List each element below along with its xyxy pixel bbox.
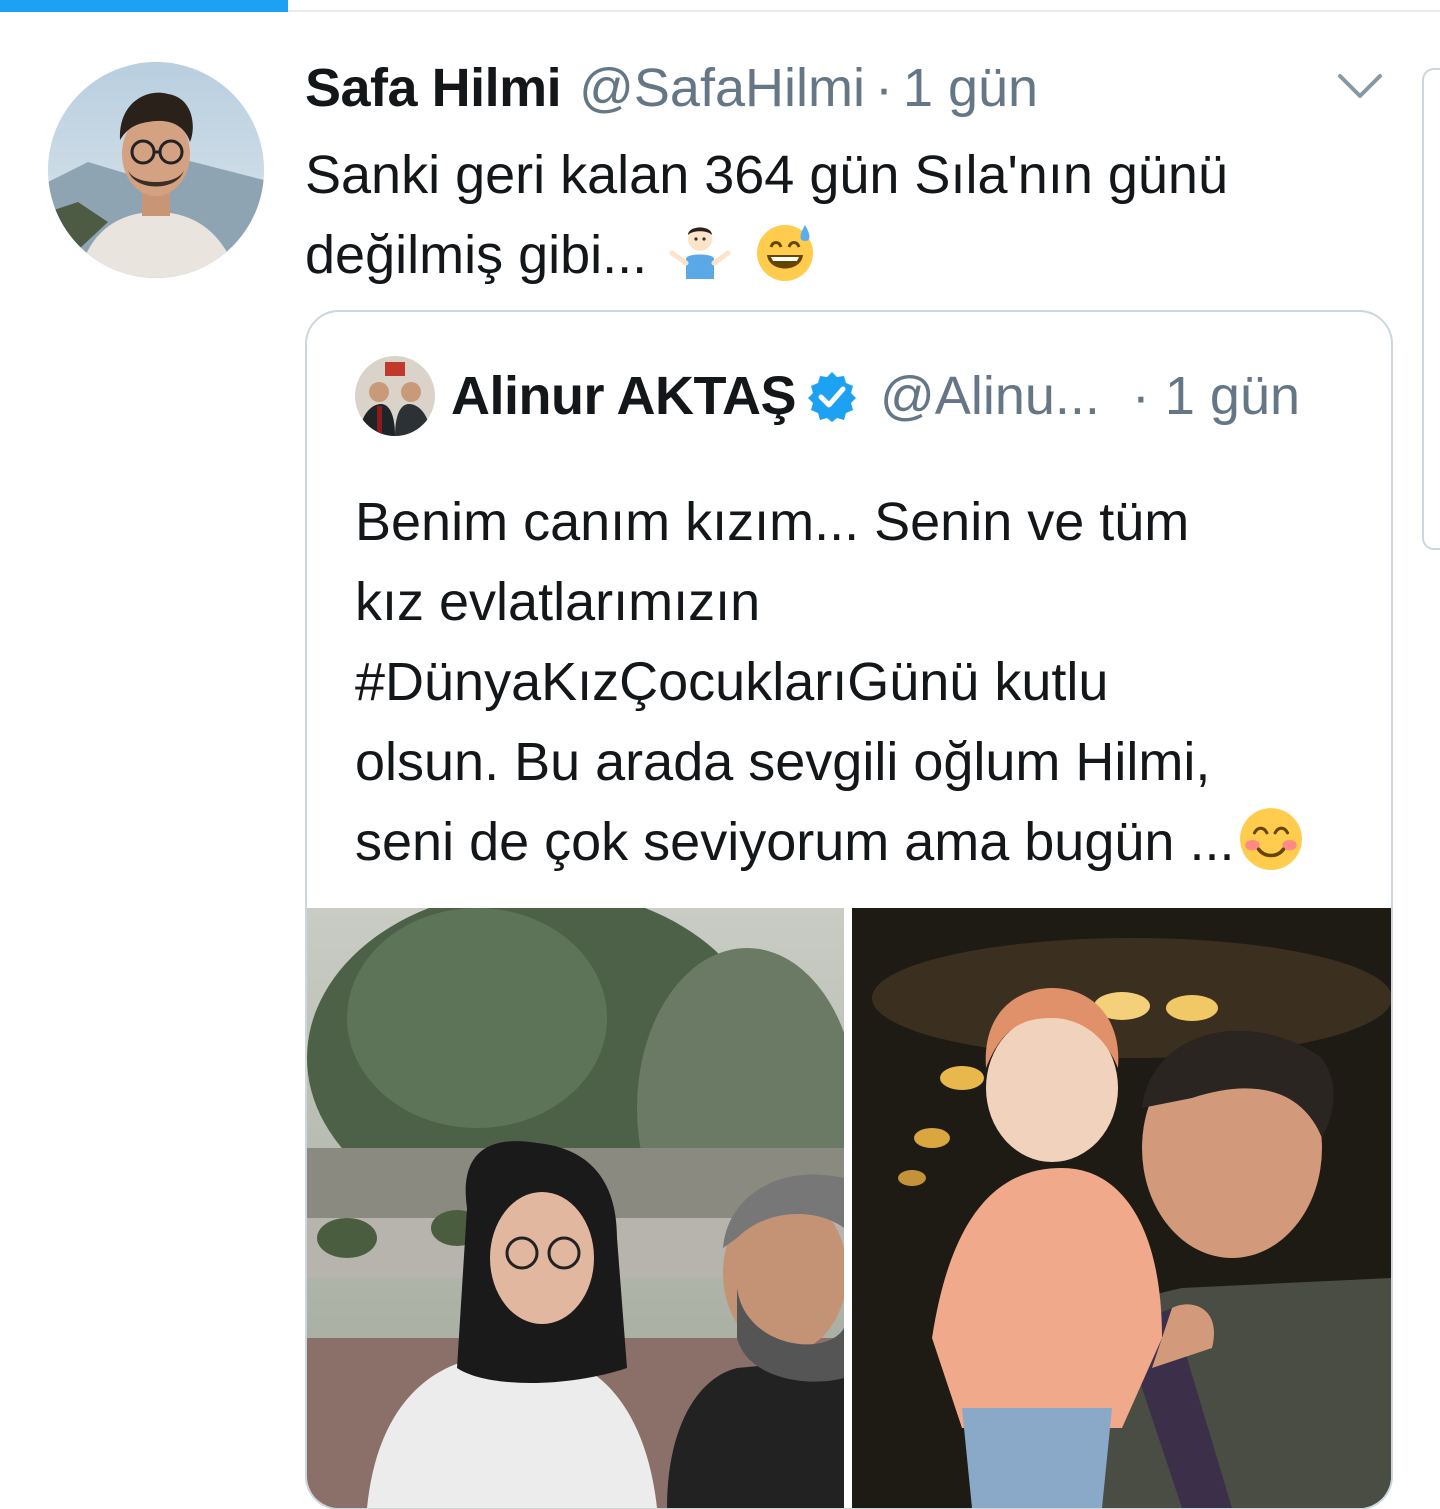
separator-dot: · [874,58,893,118]
hashtag-link-line[interactable]: #DünyaKızÇocuklarıGünü kutlu [355,642,1385,722]
author-handle[interactable]: @SafaHilmi [579,56,865,120]
author-avatar[interactable] [48,62,264,278]
loading-progress-bar [0,0,288,12]
author-name[interactable]: Safa Hilmi [305,56,562,120]
tweet-timestamp[interactable]: 1 gün [903,56,1038,120]
tweet-text: Sanki geri kalan 364 gün Sıla'nın günü d… [305,135,1365,295]
separator-dot: · [1131,366,1150,426]
quoted-author-avatar [355,356,435,436]
photo-father-holding-baby[interactable] [852,908,1391,1508]
person-shrugging-emoji [669,227,731,279]
tweet-header: Safa Hilmi @SafaHilmi · 1 gün [305,56,1038,120]
adjacent-card-edge [1422,68,1440,550]
smiling-blush-emoji [1240,808,1303,870]
quoted-time-value: 1 gün [1164,366,1301,426]
quoted-text-line: Benim canım kızım... Senin ve tüm [355,492,1190,552]
quoted-author-name: Alinur AKTAŞ [451,366,796,426]
tweet-text-line-with-emoji: değilmiş gibi... [305,215,1365,295]
quoted-media-grid [307,908,1391,1508]
verified-badge-icon [807,372,856,422]
quoted-tweet-header: Alinur AKTAŞ @Alinu... · 1 gün [355,356,1300,436]
photo-father-daughter-selfie[interactable] [307,908,844,1508]
quoted-author-handle: @Alinu... [879,366,1100,426]
tweet-text-line: Sanki geri kalan 364 gün Sıla'nın günü [305,145,1228,205]
grinning-sweat-emoji [757,225,814,281]
quoted-tweet-card[interactable]: Alinur AKTAŞ @Alinu... · 1 gün Benim can… [305,310,1393,1509]
quoted-text-line: seni de çok seviyorum ama bugün ... [355,812,1235,872]
tweet-detail-page: Safa Hilmi @SafaHilmi · 1 gün Sanki geri… [0,0,1440,1509]
quoted-tweet-text: Benim canım kızım... Senin ve tüm kız ev… [355,482,1385,882]
chevron-down-icon[interactable] [1334,66,1386,106]
quoted-text-line: kız evlatlarımızın [355,572,761,632]
quoted-tweet-timestamp: · 1 gün [1132,365,1300,427]
tweet-text-line: değilmiş gibi... [305,225,648,285]
quoted-text-line-with-emoji: seni de çok seviyorum ama bugün ... [355,802,1385,882]
quoted-text-line: olsun. Bu arada sevgili oğlum Hilmi, [355,732,1211,792]
